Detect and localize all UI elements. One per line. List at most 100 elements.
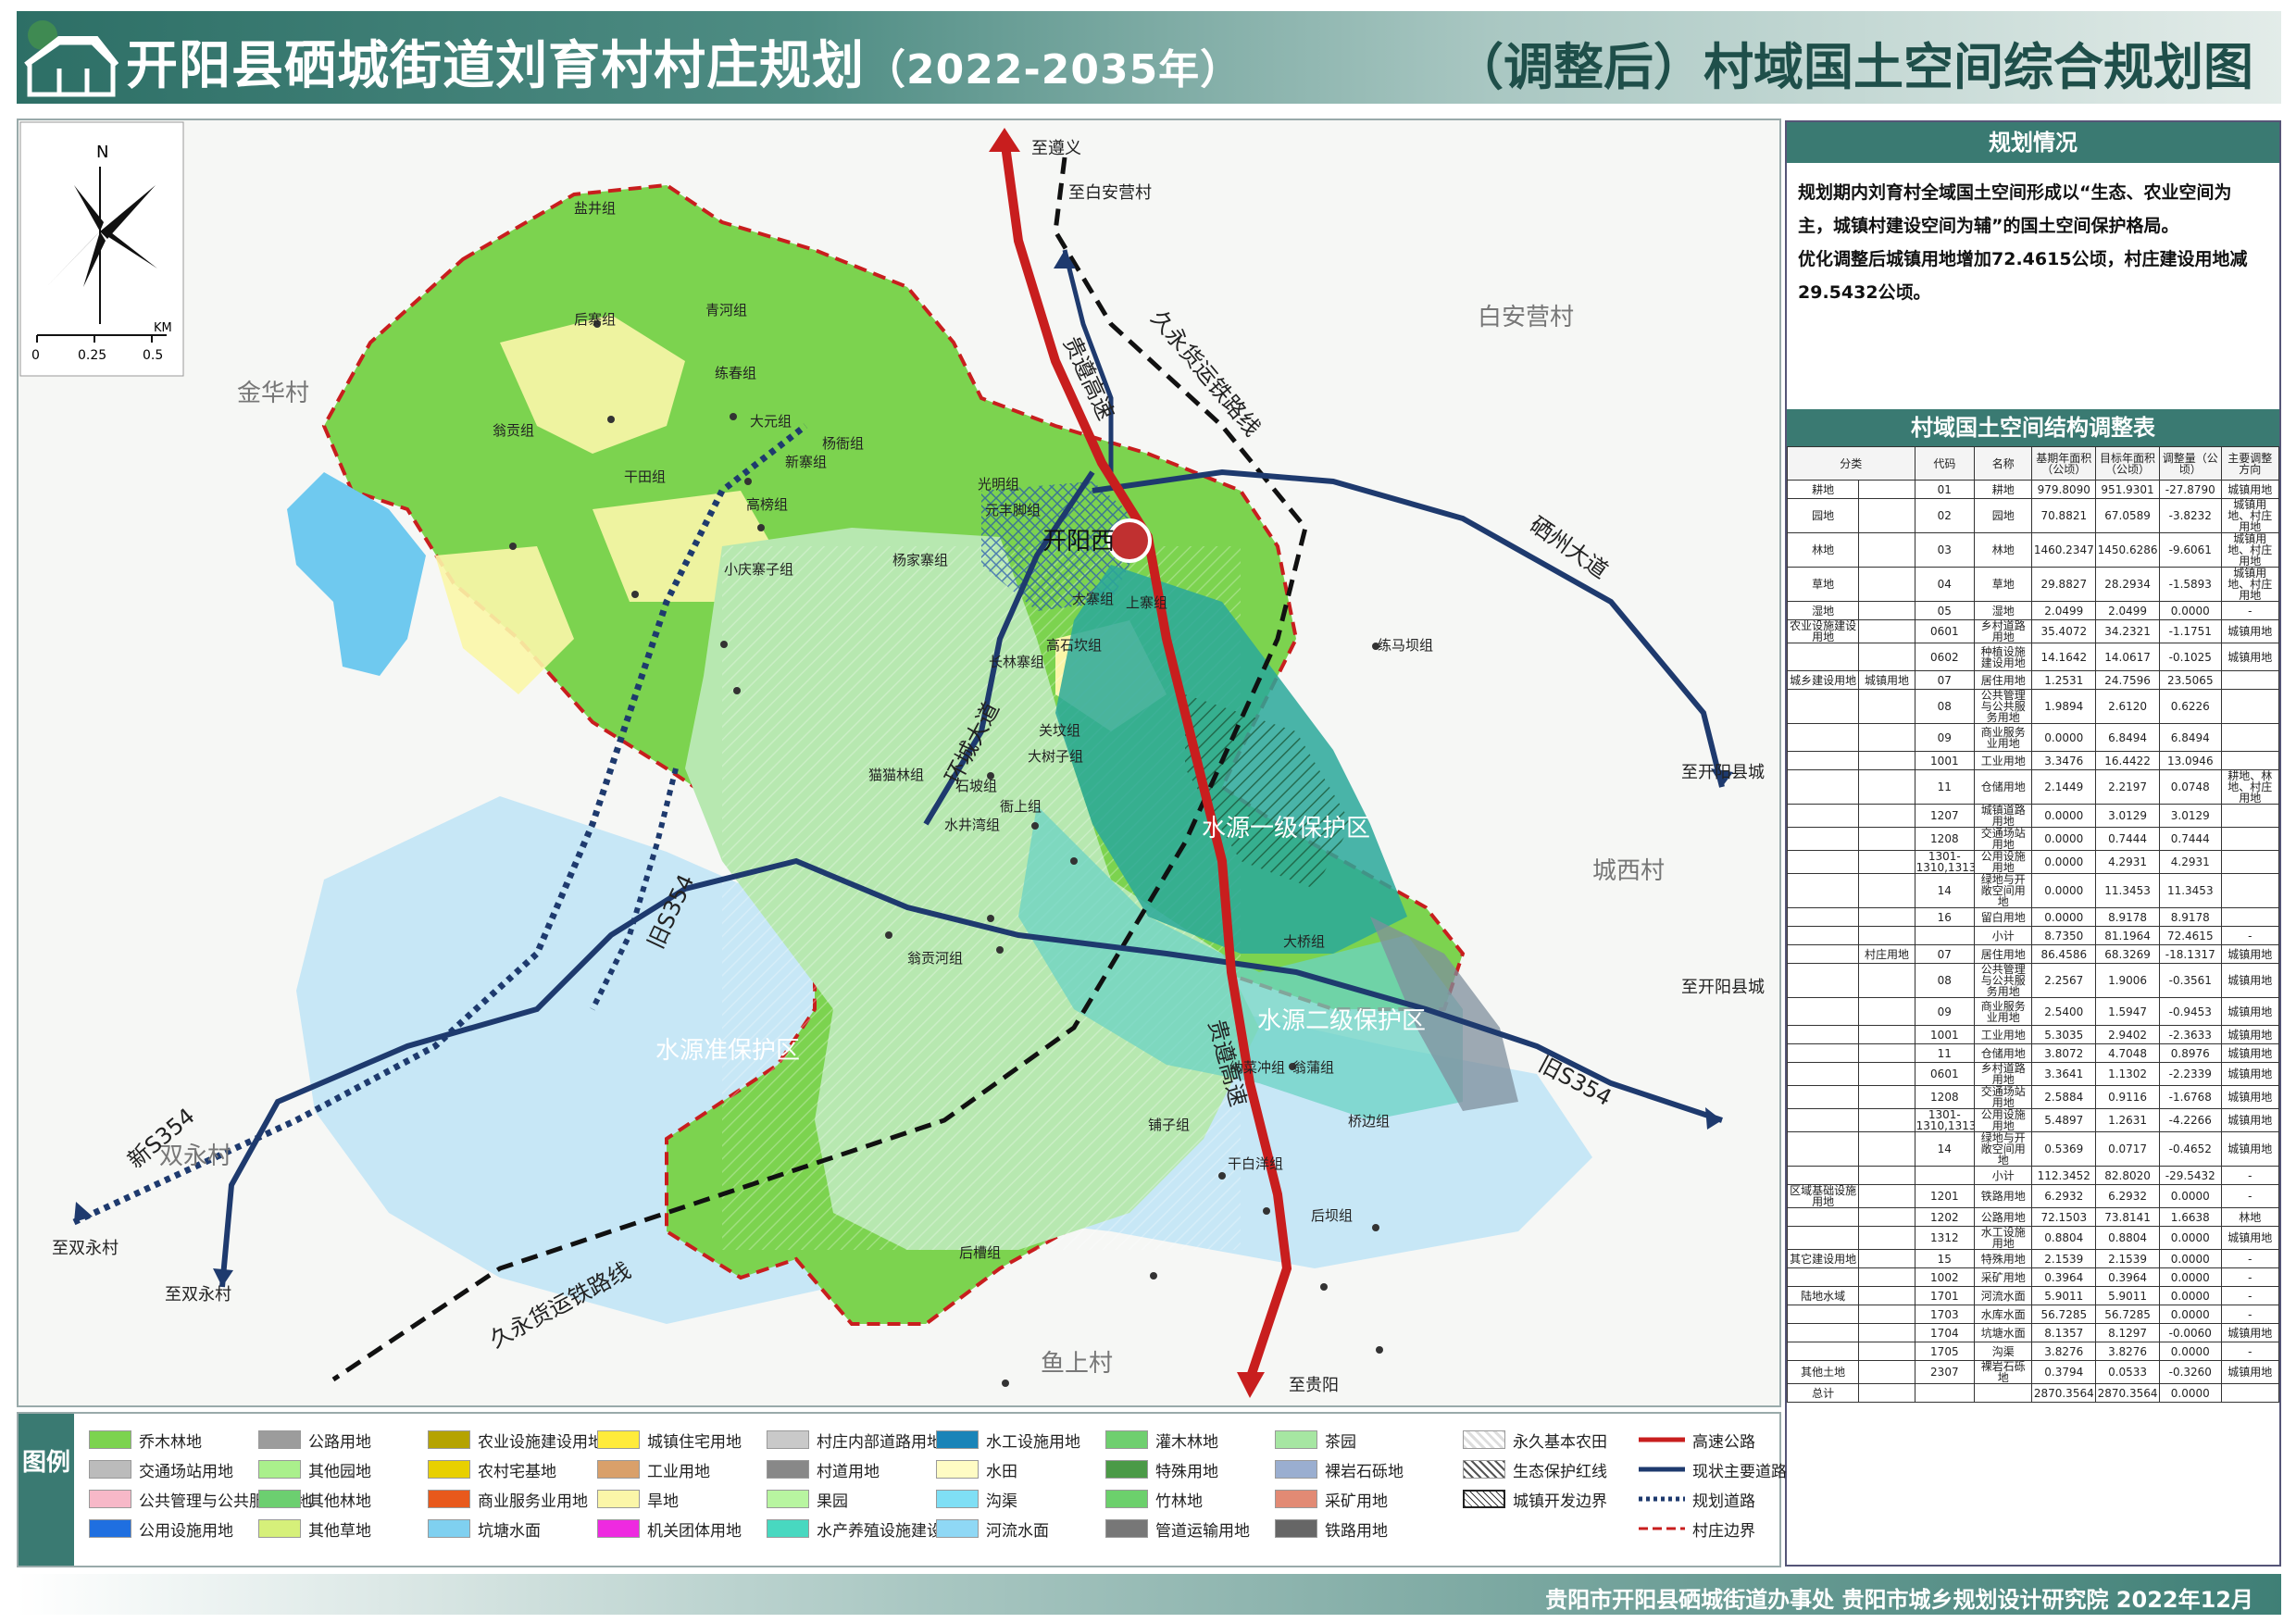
legend-item: 茶园 <box>1275 1425 1444 1454</box>
table-cell: 16 <box>1914 907 1976 927</box>
group-label: 衙上组 <box>1000 798 1042 815</box>
table-cell: 3.8072 <box>2031 1043 2097 1063</box>
table-row: 1312 水工设施用地 0.8804 0.8804 0.0000 城镇用地 <box>1786 1226 2280 1250</box>
group-label: 大树子组 <box>1028 748 1084 765</box>
group-label: 高石坎组 <box>1046 637 1103 654</box>
table-cell: 04 <box>1914 567 1976 602</box>
table-cell: 1301-1310,1313 <box>1914 1108 1976 1132</box>
table-cell: 14 <box>1914 873 1976 908</box>
table-cell <box>1786 1342 1860 1361</box>
table-cell: 园地 <box>1974 498 2033 533</box>
table-cell: 草地 <box>1786 567 1860 602</box>
zone-label: 水源一级保护区 <box>1202 815 1371 843</box>
table-cell <box>1858 1085 1915 1109</box>
table-cell: 11 <box>1914 769 1976 805</box>
table-cell: 2.1539 <box>2095 1249 2160 1268</box>
table-cell: 0.0000 <box>2158 1267 2222 1287</box>
legend-label: 水田 <box>986 1462 1017 1481</box>
table-cell <box>1858 907 1915 927</box>
legend-swatch <box>89 1490 131 1508</box>
legend-label: 沟渠 <box>986 1492 1017 1511</box>
table-cell <box>1858 1249 1915 1268</box>
table-cell: 3.0129 <box>2095 804 2160 828</box>
table-cell: 14.1642 <box>2031 643 2097 671</box>
legend-item: 管道运输用地 <box>1105 1514 1275 1543</box>
legend-swatch <box>89 1460 131 1479</box>
table-cell: 72.1503 <box>2031 1207 2097 1227</box>
table-cell <box>1786 1267 1860 1287</box>
zone-label: 水源准保护区 <box>655 1037 801 1065</box>
table-cell: 5.9011 <box>2031 1286 2097 1305</box>
legend-item: 特殊用地 <box>1105 1454 1275 1484</box>
legend-item: 水产养殖设施建设用地 <box>767 1514 974 1543</box>
table-cell: 乡村道路用地 <box>1974 1062 2033 1086</box>
table-cell: 0.0748 <box>2158 769 2222 805</box>
legend-label: 裸岩石砾地 <box>1325 1462 1404 1481</box>
table-row: 小计 8.7350 81.1964 72.4615- <box>1786 926 2280 945</box>
table-cell <box>1786 1043 1860 1063</box>
table-cell: 城镇用地、村庄用地 <box>2220 532 2280 568</box>
svg-text:0: 0 <box>31 348 40 363</box>
table-cell: -9.6061 <box>2158 532 2222 568</box>
table-row: 0602 种植设施建设用地 14.1642 14.0617 -0.1025 城镇用地 <box>1786 643 2280 671</box>
table-cell: 总计 <box>1786 1383 1860 1403</box>
table-cell <box>1858 1360 1915 1384</box>
table-cell: - <box>2220 1166 2280 1185</box>
table-cell: 3.8276 <box>2031 1342 2097 1361</box>
table-cell: 1703 <box>1914 1305 1976 1324</box>
legend-swatch <box>258 1460 301 1479</box>
table-cell: 其它建设用地 <box>1786 1249 1860 1268</box>
table-cell: 8.9178 <box>2158 907 2222 927</box>
table-cell: 沟渠 <box>1974 1342 2033 1361</box>
legend-item: 农业设施建设用地 <box>428 1425 604 1454</box>
table-cell: 城镇用地 <box>2220 1085 2280 1109</box>
table-cell: -27.8790 <box>2158 480 2222 499</box>
table-row: 1208 交通场站用地 2.5884 0.9116 -1.6768 城镇用地 <box>1786 1085 2280 1109</box>
table-cell: - <box>2220 1342 2280 1361</box>
table-cell: 1704 <box>1914 1323 1976 1342</box>
table-cell <box>1858 601 1915 620</box>
svg-text:0.25: 0.25 <box>78 348 106 363</box>
table-cell <box>1786 804 1860 828</box>
legend-label: 其他草地 <box>308 1521 371 1541</box>
legend-item: 乔木林地 <box>89 1425 258 1454</box>
table-cell: 2.2197 <box>2095 769 2160 805</box>
table-cell: -0.4652 <box>2158 1131 2222 1167</box>
table-cell: 陆地水域 <box>1786 1286 1860 1305</box>
table-cell: -0.9453 <box>2158 997 2222 1026</box>
legend-swatch <box>1275 1460 1317 1479</box>
table-cell: 农业设施建设用地 <box>1786 619 1860 643</box>
table-cell: 0.0000 <box>2031 907 2097 927</box>
legend-item: 公用设施用地 <box>89 1514 258 1543</box>
legend-swatch <box>258 1519 301 1538</box>
table-cell: 29.8827 <box>2031 567 2097 602</box>
table-cell: 8.7350 <box>2031 926 2097 945</box>
table-cell: 1301-1310,1313 <box>1914 850 1976 874</box>
legend-item: 果园 <box>767 1484 936 1514</box>
map-legend: 图例 乔木林地 公路用地 农业设施建设用地 城镇住宅用地 村庄内部道路用地 水工设施用地 灌… <box>17 1412 1787 1567</box>
legend-swatch <box>597 1519 640 1538</box>
legend-item: 农村宅基地 <box>428 1454 597 1484</box>
svg-text:0.5: 0.5 <box>143 348 163 363</box>
table-cell: 水库水面 <box>1974 1305 2033 1324</box>
table-cell: 公共管理与公共服务用地 <box>1974 689 2033 724</box>
table-cell: 1002 <box>1914 1267 1976 1287</box>
table-row: 09 商业服务业用地 0.0000 6.8494 6.8494 <box>1786 723 2280 752</box>
group-label: 练春组 <box>715 365 757 381</box>
table-row: 草地 04 草地 29.8827 28.2934 -1.5893 城镇用地、村庄用地 <box>1786 567 2280 602</box>
table-cell: 0601 <box>1914 619 1976 643</box>
group-label: 小庆寨子组 <box>724 561 794 578</box>
table-cell: 0.0000 <box>2158 1226 2222 1250</box>
map-area[interactable]: N KM 0 0.25 0.5 金华村 白安营村 城西村 双永村 鱼上村 至遵义… <box>17 119 1781 1407</box>
table-cell <box>1858 1267 1915 1287</box>
table-cell: 城乡建设用地 <box>1786 670 1860 690</box>
table-cell: 居住用地 <box>1974 670 2033 690</box>
table-cell: 交通场站用地 <box>1974 827 2033 851</box>
table-cell: 4.7048 <box>2095 1043 2160 1063</box>
table-cell: 0.5369 <box>2031 1131 2097 1167</box>
legend-swatch <box>597 1430 640 1449</box>
table-cell: 5.9011 <box>2095 1286 2160 1305</box>
legend-line-planned-road: 规划道路 <box>1639 1492 1755 1511</box>
table-cell: 13.0946 <box>2158 751 2222 770</box>
table-cell: 城镇用地 <box>2220 1131 2280 1167</box>
